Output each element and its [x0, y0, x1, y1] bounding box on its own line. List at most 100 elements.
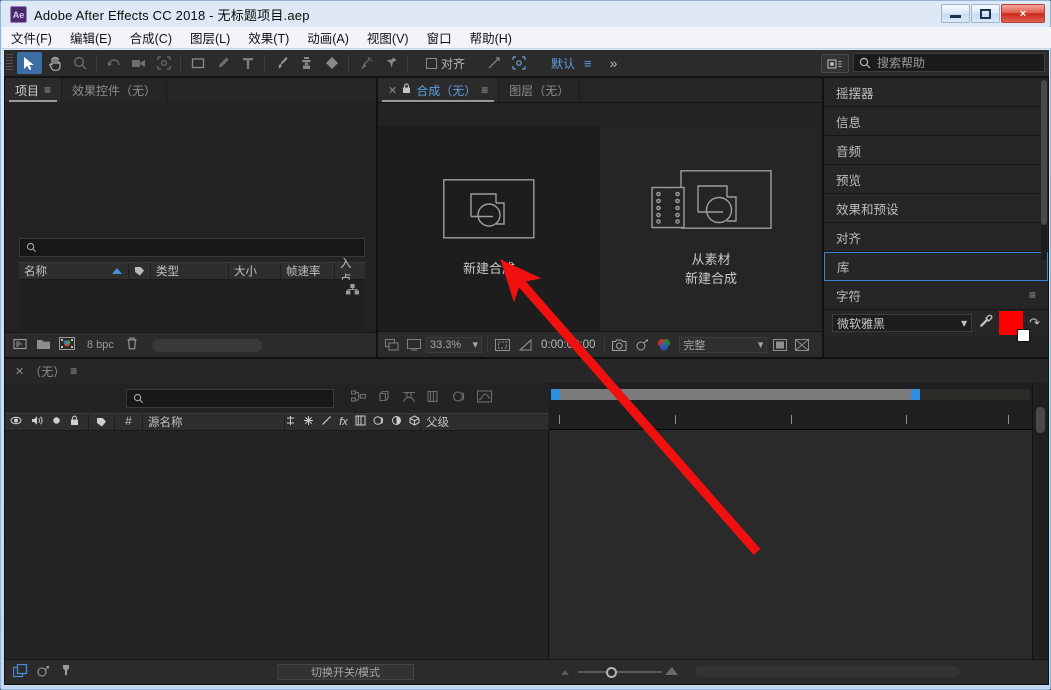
fill-color-swatch[interactable]	[999, 311, 1031, 342]
workspace-name[interactable]: 默认	[551, 55, 575, 72]
snap-checkbox[interactable]	[426, 57, 437, 69]
project-item-list[interactable]	[19, 280, 365, 331]
safe-zones-icon[interactable]	[493, 336, 512, 353]
panel-libraries[interactable]: 库	[824, 252, 1048, 281]
workspace-menu-icon[interactable]: ≡	[584, 57, 592, 70]
frame-blend-icon[interactable]	[355, 415, 366, 429]
always-preview-icon[interactable]	[382, 336, 401, 353]
panel-audio[interactable]: 音频	[824, 136, 1048, 165]
column-in-point[interactable]: 入点	[335, 258, 365, 286]
collapse-transform-icon[interactable]	[303, 415, 314, 429]
composition-mini-flowchart-icon[interactable]	[350, 390, 367, 406]
panel-character[interactable]: 字符 ≡	[824, 281, 1048, 310]
frame-blending-icon[interactable]	[427, 390, 441, 406]
motion-blur-icon[interactable]	[373, 415, 384, 429]
snap-align-icon[interactable]	[481, 52, 506, 74]
swap-colors-icon[interactable]: ↷	[1029, 315, 1040, 331]
project-search-input[interactable]	[19, 238, 365, 257]
column-source-name[interactable]: 源名称	[143, 414, 285, 430]
new-composition-action[interactable]: 新建合成	[378, 126, 600, 332]
timeline-track-area[interactable]	[549, 383, 1032, 660]
zoom-level-select[interactable]: 33.3% ▾	[426, 336, 482, 353]
search-mode-button[interactable]	[821, 54, 849, 73]
puppet-pin-tool[interactable]	[378, 52, 403, 74]
snapshot-icon[interactable]	[610, 336, 629, 353]
close-icon[interactable]: ✕	[15, 365, 24, 378]
time-ruler[interactable]	[549, 411, 1032, 430]
project-panel-menu-icon[interactable]: ≡	[44, 84, 51, 96]
column-name[interactable]: 名称	[19, 263, 129, 279]
motion-blur-toggle-icon[interactable]	[60, 664, 72, 681]
close-button[interactable]: ×	[1001, 4, 1045, 23]
column-label-color[interactable]	[129, 263, 151, 279]
new-composition-icon[interactable]	[59, 337, 75, 353]
toggle-switches-modes-button[interactable]: 切换开关/模式	[277, 664, 414, 680]
grid-guides-icon[interactable]	[515, 336, 534, 353]
transform-box-icon[interactable]	[506, 52, 531, 74]
menu-animation[interactable]: 动画(A)	[298, 26, 358, 49]
column-index[interactable]: #	[115, 414, 143, 430]
tab-effect-controls[interactable]: 效果控件（无）	[62, 78, 168, 102]
hierarchy-icon[interactable]	[346, 284, 360, 298]
menu-help[interactable]: 帮助(H)	[461, 26, 521, 49]
hand-tool[interactable]	[42, 52, 67, 74]
composition-panel-menu-icon[interactable]: ≡	[481, 84, 488, 96]
timeline-panel-menu-icon[interactable]: ≡	[70, 365, 77, 377]
draft-3d-icon[interactable]	[377, 390, 391, 406]
camera-tool[interactable]	[126, 52, 151, 74]
panel-align[interactable]: 对齐	[824, 223, 1048, 252]
maximize-button[interactable]	[971, 4, 1000, 23]
solo-icon[interactable]	[52, 416, 61, 428]
hide-shy-layers-icon[interactable]	[402, 390, 416, 406]
region-of-interest-icon[interactable]	[770, 336, 789, 353]
menu-effect[interactable]: 效果(T)	[239, 26, 298, 49]
new-folder-icon[interactable]	[13, 337, 28, 353]
folder-icon[interactable]	[36, 338, 51, 353]
panel-effects-presets[interactable]: 效果和预设	[824, 194, 1048, 223]
transparency-grid-icon[interactable]	[792, 336, 811, 353]
panel-wiggler[interactable]: 摇摆器	[824, 78, 1048, 107]
column-size[interactable]: 大小	[229, 263, 281, 279]
tab-layer[interactable]: 图层（无）	[499, 78, 581, 102]
close-icon[interactable]: ✕	[388, 84, 397, 97]
current-timecode[interactable]: 0:00:00:00	[537, 339, 599, 351]
audio-icon[interactable]	[31, 415, 43, 429]
lock-icon[interactable]	[402, 83, 411, 97]
selection-tool[interactable]	[17, 52, 42, 74]
zoom-knob[interactable]	[606, 667, 617, 678]
stroke-color-swatch[interactable]	[1017, 329, 1031, 342]
menu-window[interactable]: 窗口	[418, 26, 461, 49]
quality-icon[interactable]	[321, 415, 332, 429]
rotation-tool[interactable]	[101, 52, 126, 74]
workspace-overflow-icon[interactable]: »	[610, 55, 618, 71]
eraser-tool[interactable]	[319, 52, 344, 74]
minimize-button[interactable]	[941, 4, 970, 23]
pan-behind-tool[interactable]	[151, 52, 176, 74]
toggle-switches-modes-icon[interactable]	[37, 664, 51, 681]
column-label[interactable]	[89, 414, 115, 430]
font-family-select[interactable]: 微软雅黑 ▾	[832, 314, 973, 332]
delete-icon[interactable]	[126, 337, 138, 353]
channel-select-icon[interactable]	[654, 336, 673, 353]
timeline-layer-list[interactable]	[5, 431, 549, 660]
brush-tool[interactable]	[269, 52, 294, 74]
shape-tool[interactable]	[185, 52, 210, 74]
clone-stamp-tool[interactable]	[294, 52, 319, 74]
tab-project[interactable]: 项目 ≡	[5, 78, 63, 102]
column-type[interactable]: 类型	[151, 263, 229, 279]
character-panel-menu-icon[interactable]: ≡	[1029, 289, 1036, 301]
toolbar-grip[interactable]	[6, 54, 13, 72]
timeline-vertical-scrollbar[interactable]	[1032, 383, 1048, 660]
eyedropper-icon[interactable]	[978, 314, 993, 332]
type-tool[interactable]	[235, 52, 260, 74]
3d-layer-icon[interactable]	[409, 415, 420, 429]
tab-composition[interactable]: ✕ 合成（无） ≡	[378, 78, 500, 102]
timeline-zoom-slider[interactable]	[560, 664, 680, 680]
composition-flowchart-icon[interactable]	[12, 663, 28, 681]
new-composition-from-footage-action[interactable]: 从素材 新建合成	[600, 126, 822, 332]
menu-file[interactable]: 文件(F)	[2, 26, 61, 49]
bit-depth-label[interactable]: 8 bpc	[83, 338, 118, 352]
shy-icon[interactable]	[285, 415, 296, 429]
work-area-bar[interactable]	[551, 389, 1030, 400]
menu-layer[interactable]: 图层(L)	[181, 26, 239, 49]
